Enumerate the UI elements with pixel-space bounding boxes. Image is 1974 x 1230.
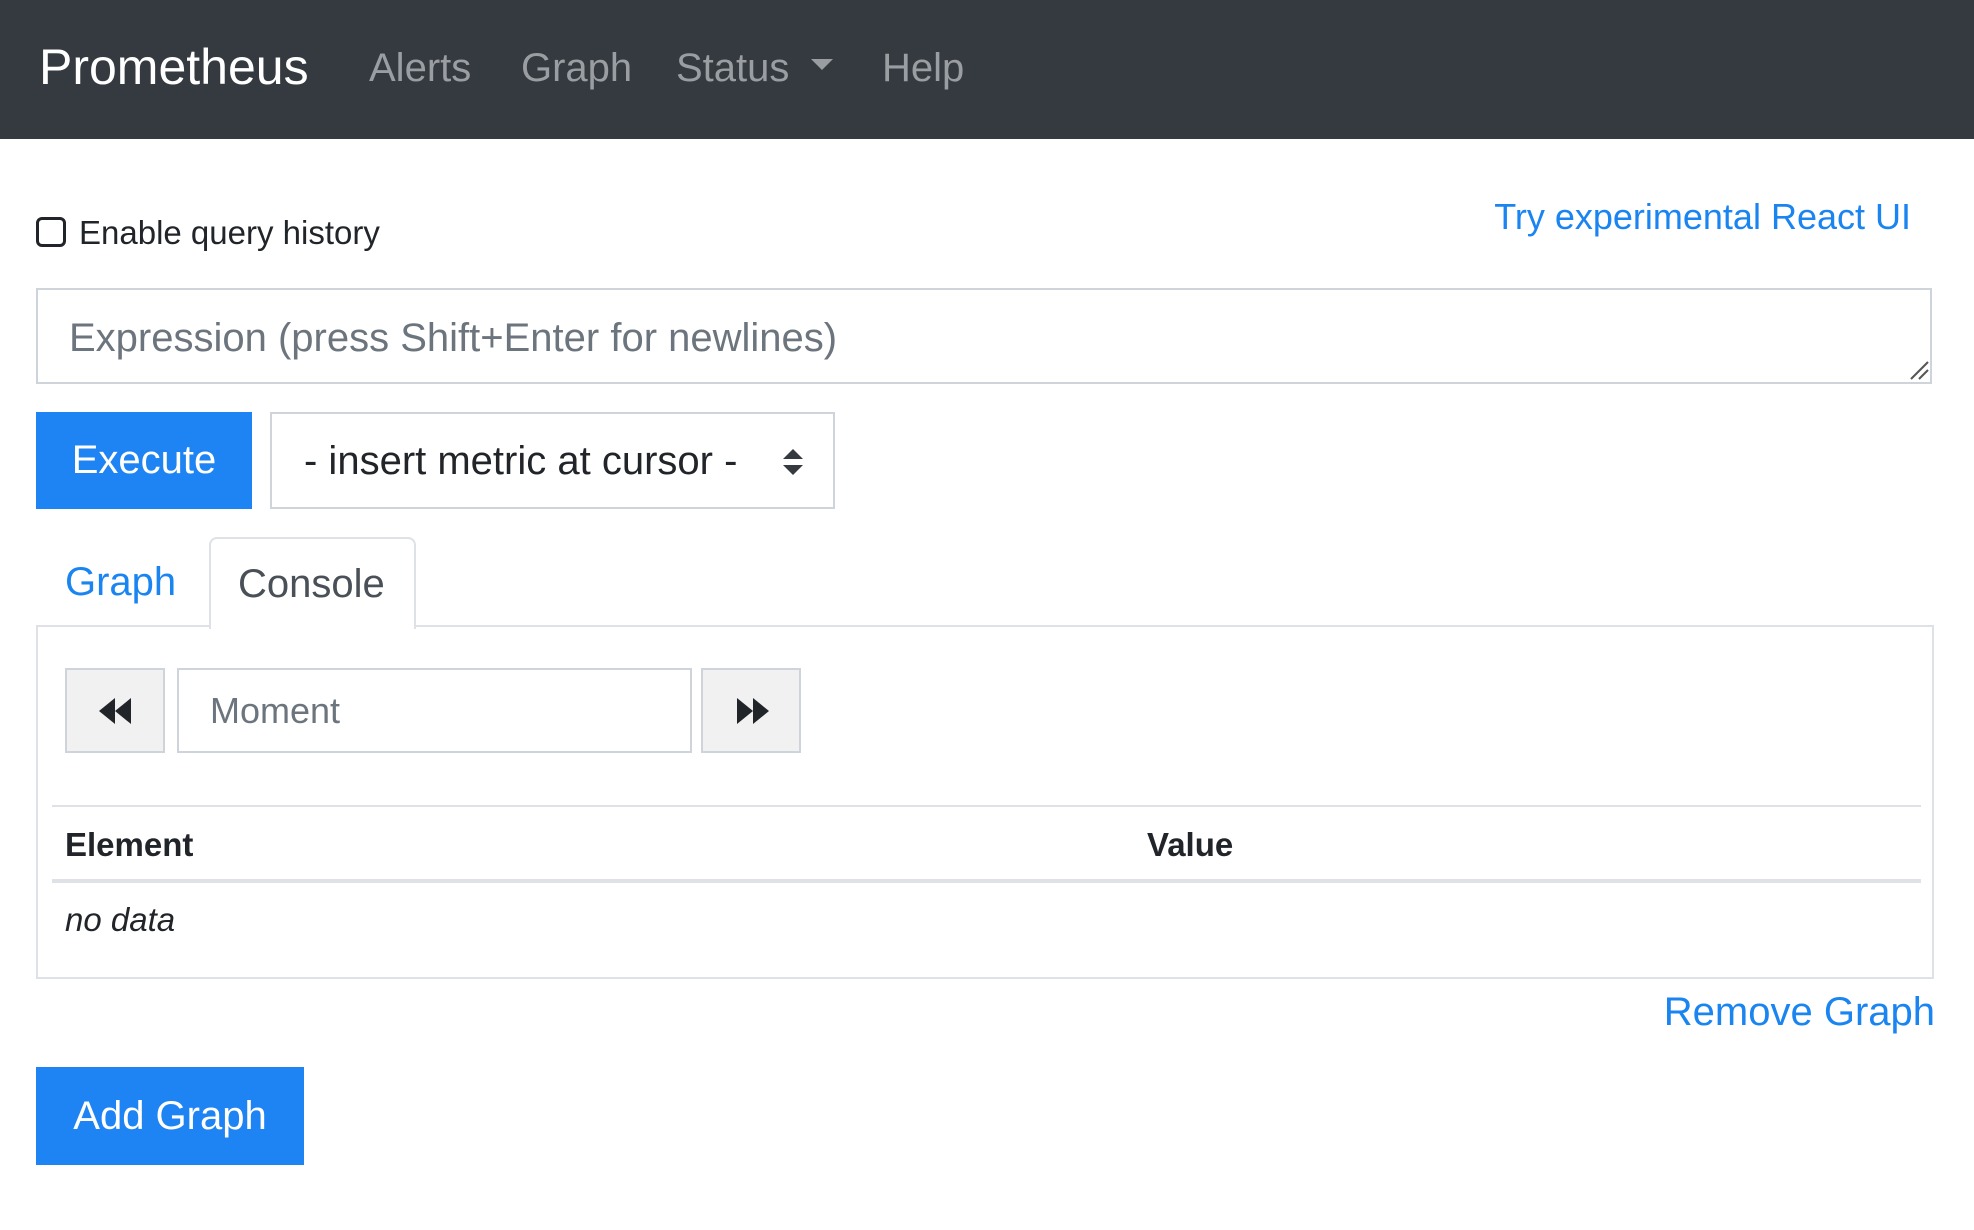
select-arrows-icon xyxy=(783,449,803,475)
resize-grip-icon[interactable] xyxy=(1907,358,1929,380)
brand-logo[interactable]: Prometheus xyxy=(39,38,309,96)
react-ui-link[interactable]: Try experimental React UI xyxy=(1494,195,1911,239)
console-panel: Element Value no data xyxy=(36,625,1934,979)
query-history-checkbox[interactable] xyxy=(36,217,66,247)
table-divider xyxy=(52,805,1921,807)
moment-back-button[interactable] xyxy=(65,668,165,753)
expression-input[interactable] xyxy=(36,288,1932,384)
execute-button[interactable]: Execute xyxy=(36,412,252,509)
insert-metric-selected: - insert metric at cursor - xyxy=(304,439,738,483)
nav-item-help[interactable]: Help xyxy=(882,44,964,92)
nav-item-graph[interactable]: Graph xyxy=(521,44,632,92)
forward-icon xyxy=(737,698,769,724)
query-history-label: Enable query history xyxy=(79,214,380,251)
empty-table-message: no data xyxy=(65,901,176,938)
tab-console[interactable]: Console xyxy=(209,537,416,629)
nav-item-status[interactable]: Status xyxy=(676,44,834,92)
chevron-down-icon xyxy=(811,58,834,70)
nav-item-status-label: Status xyxy=(676,46,790,90)
backward-icon xyxy=(99,698,131,724)
nav-item-alerts[interactable]: Alerts xyxy=(369,44,471,92)
insert-metric-select[interactable]: - insert metric at cursor - xyxy=(270,412,835,509)
moment-input[interactable] xyxy=(177,668,692,753)
add-graph-button[interactable]: Add Graph xyxy=(36,1067,304,1165)
moment-forward-button[interactable] xyxy=(701,668,801,753)
tab-graph[interactable]: Graph xyxy=(36,537,208,627)
column-header-value: Value xyxy=(1147,826,1234,863)
table-header-divider xyxy=(52,879,1921,883)
column-header-element: Element xyxy=(65,826,194,863)
remove-graph-link[interactable]: Remove Graph xyxy=(1664,988,1935,1036)
top-navbar: Prometheus Alerts Graph Status Help xyxy=(0,0,1974,139)
